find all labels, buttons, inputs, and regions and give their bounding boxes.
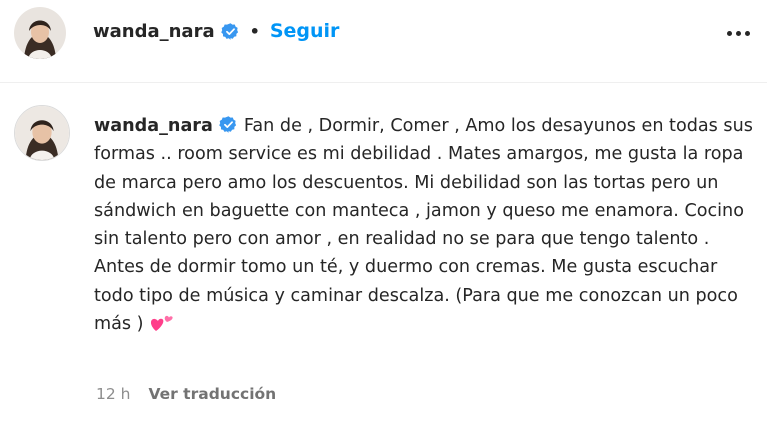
post-timestamp[interactable]: 12 h	[96, 385, 130, 403]
post-caption: wanda_nara Fan de , Dormir, Comer , Amo …	[94, 112, 758, 338]
two-hearts-icon	[150, 313, 174, 333]
header-divider	[0, 82, 767, 83]
separator-dot: •	[249, 21, 260, 41]
profile-photo-icon[interactable]	[14, 105, 70, 161]
more-dot	[735, 30, 741, 36]
caption-username[interactable]: wanda_nara	[94, 116, 213, 136]
instagram-post-panel: wanda_nara • Seguir wanda_nara Fan de , …	[0, 0, 767, 421]
more-dot	[744, 30, 750, 36]
verified-badge-icon	[220, 22, 240, 41]
follow-button[interactable]: Seguir	[270, 20, 340, 42]
more-options-icon[interactable]	[721, 20, 755, 46]
caption-text: Fan de , Dormir, Comer , Amo los desayun…	[94, 116, 753, 335]
verified-badge-icon	[219, 115, 238, 134]
header-username[interactable]: wanda_nara	[93, 21, 215, 42]
post-header: wanda_nara • Seguir	[0, 0, 767, 81]
see-translation-button[interactable]: Ver traducción	[148, 385, 276, 403]
profile-photo-icon[interactable]	[14, 7, 66, 59]
more-dot	[726, 30, 732, 36]
header-user-row: wanda_nara • Seguir	[93, 20, 339, 42]
post-meta: 12 h Ver traducción	[96, 385, 276, 403]
